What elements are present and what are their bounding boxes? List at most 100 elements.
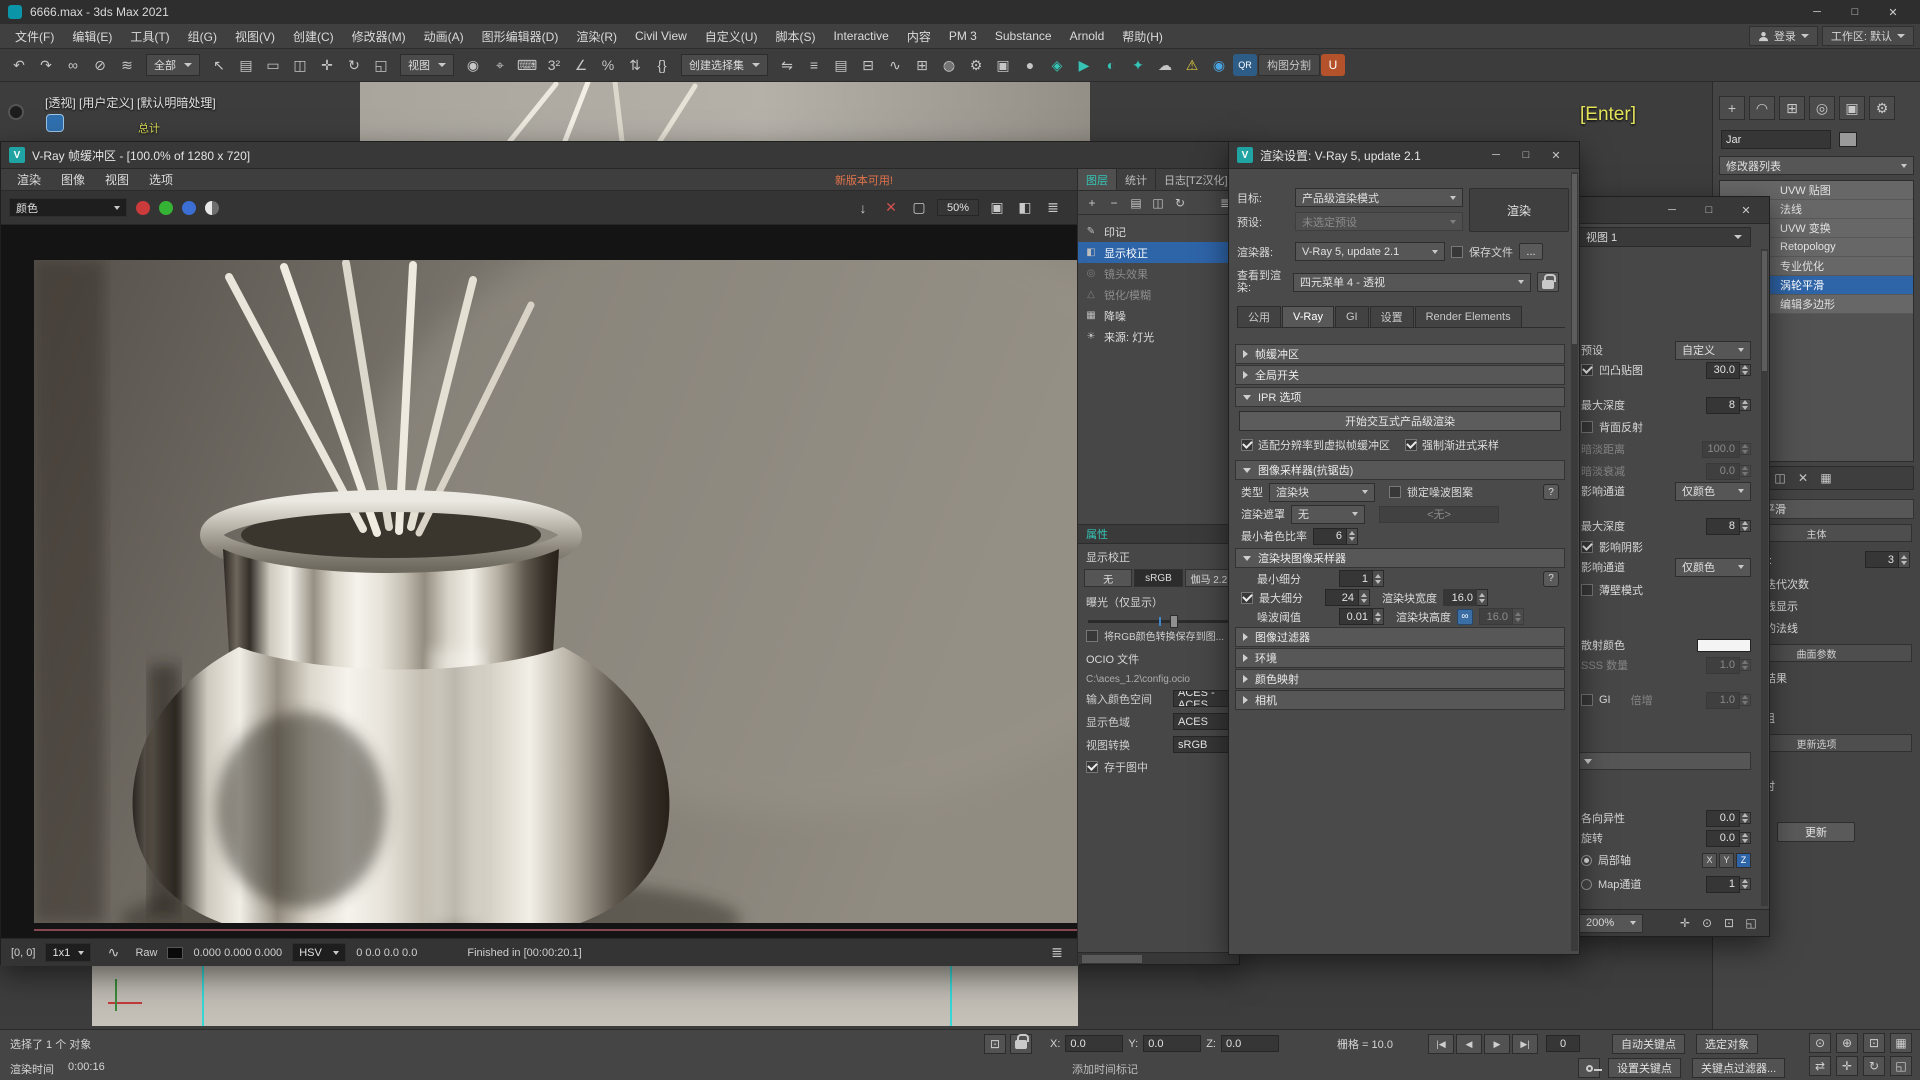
minimize-button[interactable]: ─ <box>1481 145 1511 165</box>
close-button[interactable]: ✕ <box>1541 145 1571 165</box>
rectangular-selection-icon[interactable]: ▭ <box>260 52 286 78</box>
stamp-options-icon[interactable]: ≣ <box>1041 196 1065 220</box>
play-button[interactable]: ▶ <box>1484 1034 1510 1054</box>
fit-resolution-checkbox[interactable] <box>1241 439 1253 451</box>
rs-tab-common[interactable]: 公用 <box>1237 306 1281 327</box>
auto-key-button[interactable]: 自动关键点 <box>1612 1034 1685 1054</box>
vfb-menu-render[interactable]: 渲染 <box>7 171 51 188</box>
target-dropdown[interactable]: 产品级渲染模式 <box>1295 188 1463 207</box>
link-width-height-button[interactable]: ∞ <box>1457 609 1473 625</box>
layer-display-correction[interactable]: ◧显示校正 <box>1078 242 1239 263</box>
window-crossing-icon[interactable]: ◫ <box>287 52 313 78</box>
green-channel-icon[interactable] <box>159 201 173 215</box>
remove-layer-icon[interactable]: − <box>1104 193 1124 213</box>
refresh-layers-icon[interactable]: ↻ <box>1170 193 1190 213</box>
iterations-spinner[interactable]: 3 <box>1865 551 1910 568</box>
menu-help[interactable]: 帮助(H) <box>1113 24 1172 49</box>
layer-sharpen-blur[interactable]: △锐化/模糊 <box>1078 284 1239 305</box>
pan-tool-icon[interactable]: ✛ <box>1675 913 1695 933</box>
reference-coordinate-dropdown[interactable]: 视图 <box>400 54 454 76</box>
select-and-move-icon[interactable]: ✛ <box>314 52 340 78</box>
select-object-icon[interactable]: ↖ <box>206 52 232 78</box>
update-button[interactable]: 更新 <box>1777 822 1855 842</box>
rollout-image-filter[interactable]: 图像过滤器 <box>1235 627 1565 647</box>
menu-edit[interactable]: 编辑(E) <box>63 24 121 49</box>
menu-group[interactable]: 组(G) <box>179 24 226 49</box>
configure-sets-icon[interactable]: ▦ <box>1816 468 1836 488</box>
mode-none-button[interactable]: 无 <box>1084 569 1132 587</box>
anisotropy-spinner[interactable]: 0.0 <box>1706 810 1751 827</box>
render-mask-dropdown[interactable]: 无 <box>1291 505 1365 524</box>
menu-civil-view[interactable]: Civil View <box>626 24 696 49</box>
selection-filter-button[interactable]: 选定对象 <box>1696 1034 1758 1054</box>
workspace-selector[interactable]: 工作区: 默认 <box>1822 26 1914 46</box>
save-file-checkbox[interactable] <box>1451 246 1463 258</box>
rollout-bucket-sampler[interactable]: 渲染块图像采样器 <box>1235 548 1565 568</box>
bump-checkbox[interactable] <box>1581 364 1593 376</box>
tab-stats[interactable]: 统计 <box>1117 169 1156 190</box>
tab-modify-icon[interactable]: ◠ <box>1749 96 1775 120</box>
menu-file[interactable]: 文件(F) <box>6 24 63 49</box>
close-button[interactable]: ✕ <box>1731 200 1761 220</box>
exposure-slider[interactable] <box>1088 620 1229 623</box>
rendered-image[interactable] <box>1 225 1079 938</box>
material-editor-titlebar[interactable]: ─ □ ✕ <box>1571 197 1769 224</box>
layer-stamp[interactable]: ✎印记 <box>1078 221 1239 242</box>
display-channel-dropdown[interactable]: 颜色 <box>9 198 127 217</box>
qr-badge[interactable]: QR <box>1233 54 1257 76</box>
undo-icon[interactable]: ↶ <box>6 52 32 78</box>
set-key-button[interactable]: 设置关键点 <box>1608 1058 1681 1078</box>
y-coordinate-field[interactable]: 0.0 <box>1143 1035 1201 1052</box>
layer-lens-effects[interactable]: ◎镜头效果 <box>1078 263 1239 284</box>
vfb-menu-options[interactable]: 选项 <box>139 171 183 188</box>
dim-distance-spinner[interactable]: 100.0 <box>1702 441 1751 458</box>
hsv-dropdown[interactable]: HSV <box>292 943 346 962</box>
fov-icon[interactable]: ⇄ <box>1809 1056 1831 1076</box>
object-color-swatch[interactable] <box>1839 132 1857 147</box>
current-frame-field[interactable]: 0 <box>1546 1035 1580 1052</box>
fit-view-icon[interactable]: ◱ <box>1741 913 1761 933</box>
keyboard-override-icon[interactable]: ⌨ <box>514 52 540 78</box>
vray-toolbar-icon-3[interactable]: ◐ <box>1098 52 1124 78</box>
rendered-frame-icon[interactable]: ▣ <box>990 52 1016 78</box>
viewport-scene-top[interactable] <box>360 82 1090 141</box>
layer-presets-icon[interactable]: ▤ <box>1126 193 1146 213</box>
selection-lock-icon[interactable] <box>1010 1034 1032 1054</box>
menu-content[interactable]: 内容 <box>898 24 940 49</box>
use-pivot-center-icon[interactable]: ◉ <box>460 52 486 78</box>
menu-views[interactable]: 视图(V) <box>226 24 284 49</box>
mirror-icon[interactable]: ⇋ <box>774 52 800 78</box>
new-version-link[interactable]: 新版本可用! <box>835 172 893 188</box>
composition-split-button[interactable]: 构图分割 <box>1258 54 1320 76</box>
scatter-color-swatch[interactable] <box>1697 639 1751 652</box>
status-menu-icon[interactable]: ≣ <box>1045 941 1069 965</box>
percent-snap-icon[interactable]: % <box>595 52 621 78</box>
renderer-dropdown[interactable]: V-Ray 5, update 2.1 <box>1295 242 1445 261</box>
schematic-view-icon[interactable]: ⊞ <box>909 52 935 78</box>
rs-tab-settings[interactable]: 设置 <box>1370 306 1414 327</box>
zoom-extents-all-icon[interactable]: ▦ <box>1890 1033 1912 1053</box>
material-scrollbar[interactable] <box>1761 249 1768 906</box>
unlink-selection-icon[interactable]: ⊘ <box>87 52 113 78</box>
material-view-tab[interactable]: 视图 1 <box>1577 227 1751 247</box>
warning-icon[interactable]: ⚠ <box>1179 52 1205 78</box>
vray-toolbar-icon-4[interactable]: ✦ <box>1125 52 1151 78</box>
menu-arnold[interactable]: Arnold <box>1061 24 1114 49</box>
rollout-environment[interactable]: 环境 <box>1235 648 1565 668</box>
render-setup-icon[interactable]: ⚙ <box>963 52 989 78</box>
named-selection-set-dropdown[interactable]: 创建选择集 <box>681 54 768 76</box>
rollout-image-sampler[interactable]: 图像采样器(抗锯齿) <box>1235 460 1565 480</box>
zoom-extents-icon[interactable]: ⊡ <box>1863 1033 1885 1053</box>
minimize-button[interactable]: ─ <box>1798 0 1836 24</box>
redo-icon[interactable]: ↷ <box>33 52 59 78</box>
isolate-selection-icon[interactable]: ⊡ <box>984 1034 1006 1054</box>
display-gamut-field[interactable]: ACES <box>1173 713 1231 730</box>
zoom-icon[interactable]: ⊙ <box>1809 1033 1831 1053</box>
zoom-tool-icon[interactable]: ⊙ <box>1697 913 1717 933</box>
render-button[interactable]: 渲染 <box>1469 188 1569 232</box>
dialog-scrollbar[interactable] <box>1571 172 1578 951</box>
axis-z-button[interactable]: Z <box>1736 853 1751 868</box>
select-and-link-icon[interactable]: ∞ <box>60 52 86 78</box>
maximize-button[interactable]: □ <box>1694 200 1724 220</box>
sampler-type-dropdown[interactable]: 渲染块 <box>1269 483 1375 502</box>
